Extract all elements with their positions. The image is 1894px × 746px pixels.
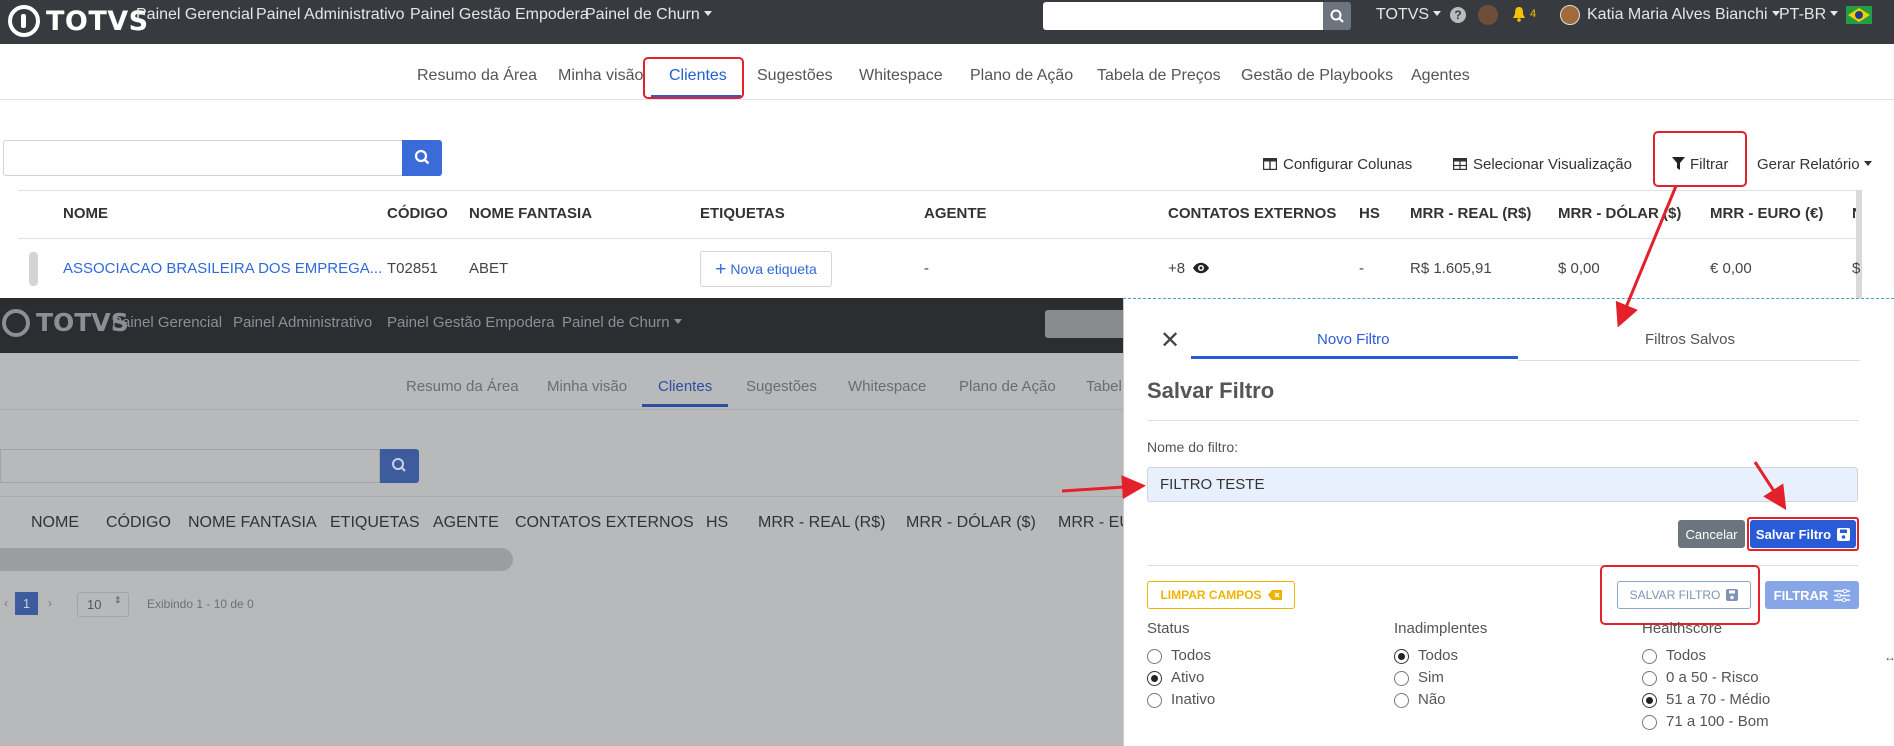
- screenshot-stage: TOTVS Painel Gerencial Painel Administra…: [0, 0, 1894, 746]
- annotation-arrows: [1061, 185, 1787, 511]
- arrow-to-save-button: [1753, 461, 1787, 511]
- arrow-to-name-input: [1061, 475, 1146, 500]
- arrow-to-panel: [1615, 185, 1678, 328]
